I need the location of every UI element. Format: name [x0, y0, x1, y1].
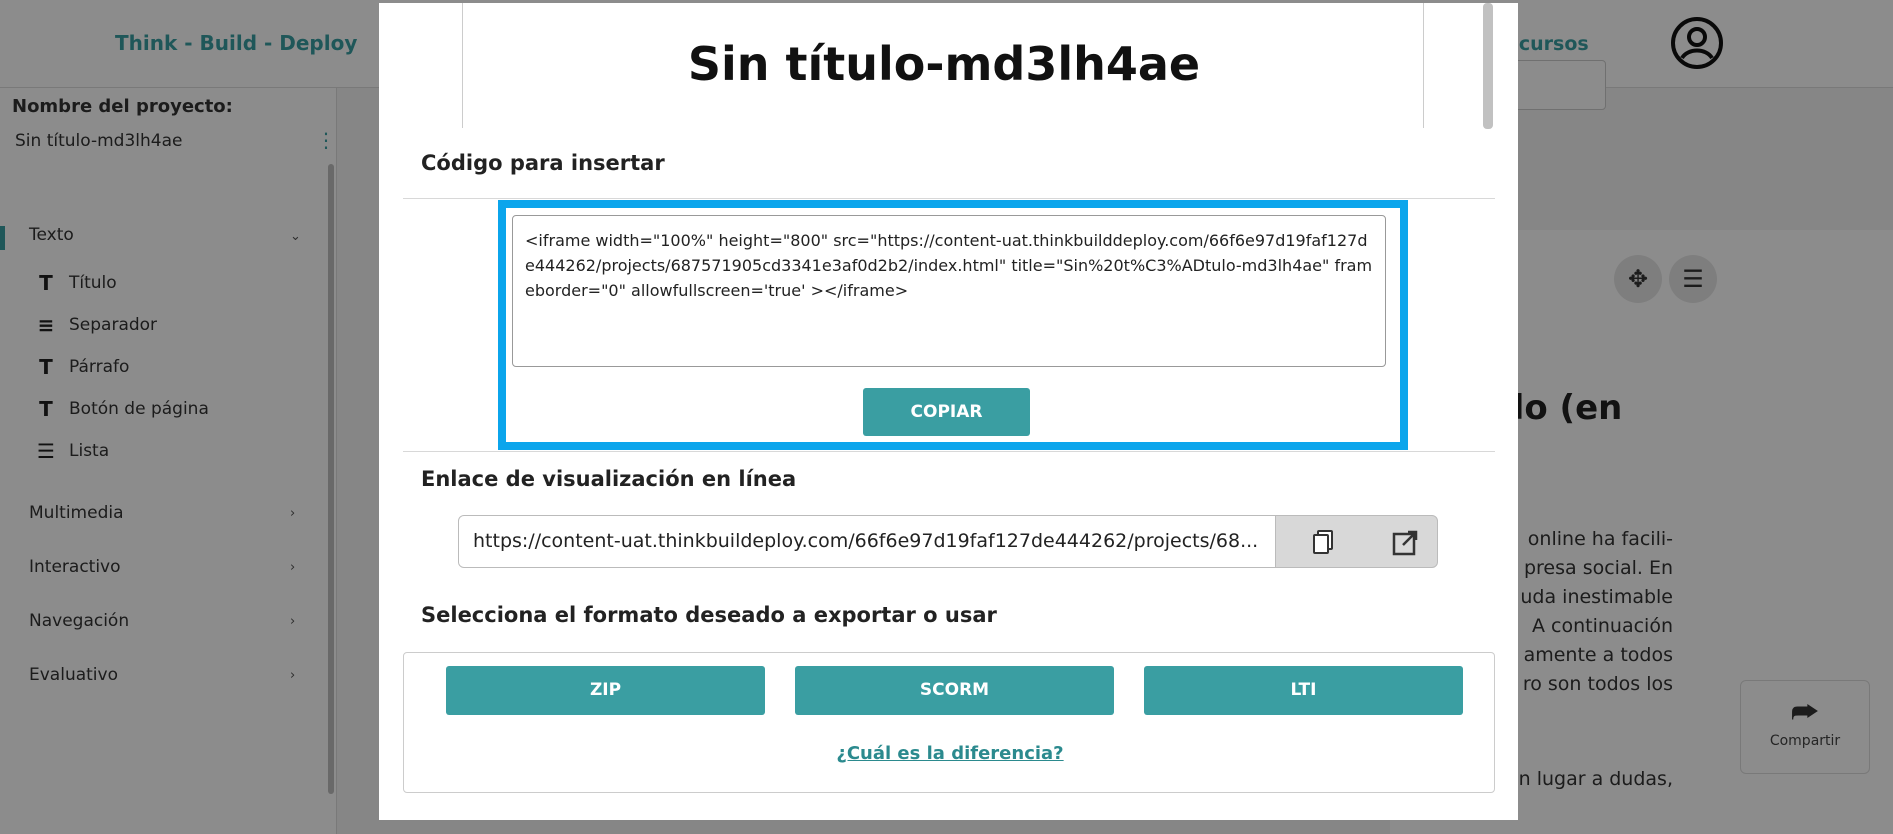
export-section-title: Selecciona el formato deseado a exportar…: [421, 603, 997, 627]
difference-link[interactable]: ¿Cuál es la diferencia?: [404, 743, 1496, 764]
project-preview: Sin título-md3lh4ae: [462, 3, 1424, 128]
export-lti-button[interactable]: LTI: [1144, 666, 1463, 715]
open-external-icon[interactable]: [1389, 527, 1421, 559]
export-format-panel: ZIP SCORM LTI ¿Cuál es la diferencia?: [403, 652, 1495, 793]
online-link-group: https://content-uat.thinkbuildeploy.com/…: [458, 515, 1438, 568]
export-zip-button[interactable]: ZIP: [446, 666, 765, 715]
link-section-title: Enlace de visualización en línea: [421, 467, 797, 491]
embed-code-panel: <iframe width="100%" height="800" src="h…: [498, 200, 1408, 450]
export-scorm-button[interactable]: SCORM: [795, 666, 1114, 715]
embed-code-textarea[interactable]: <iframe width="100%" height="800" src="h…: [512, 215, 1386, 367]
online-link-field[interactable]: https://content-uat.thinkbuildeploy.com/…: [459, 516, 1276, 567]
embed-section-title: Código para insertar: [421, 151, 665, 175]
copy-button[interactable]: COPIAR: [863, 388, 1030, 436]
preview-scrollbar[interactable]: [1483, 3, 1493, 129]
divider: [403, 198, 1495, 199]
divider: [403, 451, 1495, 452]
export-modal: Sin título-md3lh4ae Código para insertar…: [379, 3, 1518, 820]
preview-title: Sin título-md3lh4ae: [687, 37, 1201, 91]
copy-icon[interactable]: [1309, 527, 1341, 559]
